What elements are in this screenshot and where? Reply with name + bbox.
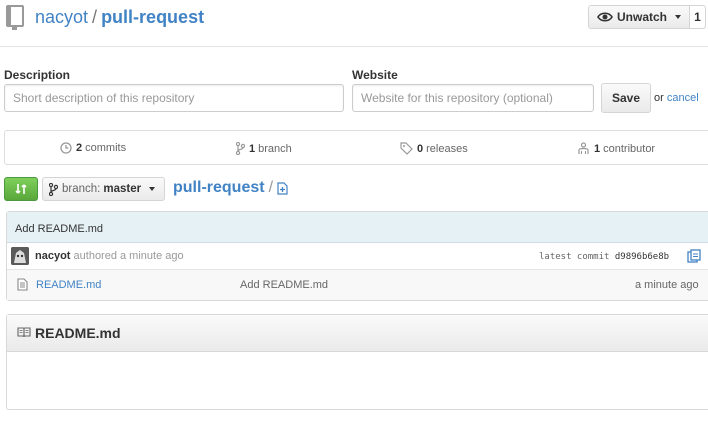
cancel-link[interactable]: cancel <box>667 92 699 104</box>
branches-count: 1 <box>249 142 256 155</box>
branch-name: master <box>103 183 142 195</box>
readme-title: README.md <box>35 325 121 341</box>
unwatch-label: Unwatch <box>617 10 668 24</box>
commit-message[interactable]: Add README.md <box>15 223 103 235</box>
commits-label: commits <box>85 142 127 154</box>
latest-commit-label: latest commit <box>539 252 610 262</box>
contributors-label: contributor <box>603 142 656 155</box>
branch-icon <box>49 182 58 196</box>
repo-title: nacyot / pull-request <box>35 6 204 28</box>
commit-title-bar <box>7 212 708 243</box>
website-input[interactable] <box>352 84 594 112</box>
unwatch-button-group: Unwatch 1 <box>588 5 706 29</box>
description-input[interactable] <box>4 84 344 112</box>
history-icon <box>60 142 72 154</box>
commits-count: 2 <box>76 142 83 154</box>
commits-stat[interactable]: 2 commits <box>60 142 126 154</box>
breadcrumb-repo-link[interactable]: pull-request <box>173 179 265 197</box>
branch-prefix: branch: <box>62 183 101 195</box>
contributors-count: 1 <box>594 142 601 155</box>
latest-commit: latest commit d9896b6e8b <box>539 252 669 262</box>
header-divider <box>0 46 708 47</box>
description-label: Description <box>4 68 71 82</box>
branches-stat[interactable]: 1 branch <box>236 142 292 155</box>
tag-icon <box>400 142 413 155</box>
file-name-link[interactable]: README.md <box>36 279 101 291</box>
authored-time: authored a minute ago <box>73 250 184 262</box>
branch-icon <box>236 142 245 155</box>
chevron-down-icon <box>675 15 682 19</box>
contributors-stat[interactable]: 1 contributor <box>577 142 655 155</box>
eye-icon <box>597 12 613 22</box>
avatar[interactable] <box>11 247 29 265</box>
unwatch-button[interactable]: Unwatch <box>589 6 691 28</box>
chevron-down-icon <box>149 187 156 191</box>
watch-count[interactable]: 1 <box>690 6 705 28</box>
file-commit-message[interactable]: Add README.md <box>240 279 328 291</box>
commit-author: nacyot authored a minute ago <box>35 250 184 262</box>
book-icon <box>17 327 31 338</box>
releases-stat[interactable]: 0 releases <box>400 142 468 155</box>
compare-icon <box>15 184 27 194</box>
table-row <box>7 270 708 300</box>
breadcrumb-separator: / <box>268 179 274 196</box>
owner-link[interactable]: nacyot <box>35 7 88 27</box>
compare-button[interactable] <box>4 177 38 201</box>
commit-sha-link[interactable]: d9896b6e8b <box>615 252 669 262</box>
organization-icon <box>578 142 589 154</box>
branch-select[interactable]: branch: master <box>42 177 165 201</box>
website-label: Website <box>352 68 398 82</box>
releases-count: 0 <box>417 142 424 155</box>
new-file-icon[interactable] <box>277 181 288 195</box>
file-icon <box>17 278 28 291</box>
author-name[interactable]: nacyot <box>35 250 70 262</box>
repo-link[interactable]: pull-request <box>101 7 204 27</box>
or-text: or <box>654 92 664 104</box>
save-button[interactable]: Save <box>601 83 651 113</box>
repo-icon <box>6 5 24 30</box>
file-age: a minute ago <box>635 279 699 291</box>
branches-label: branch <box>258 142 292 155</box>
title-separator: / <box>92 7 98 27</box>
clipboard-icon[interactable] <box>687 249 701 263</box>
releases-label: releases <box>426 142 468 155</box>
breadcrumb: pull-request / <box>173 179 288 197</box>
or-cancel: or cancel <box>654 92 699 104</box>
